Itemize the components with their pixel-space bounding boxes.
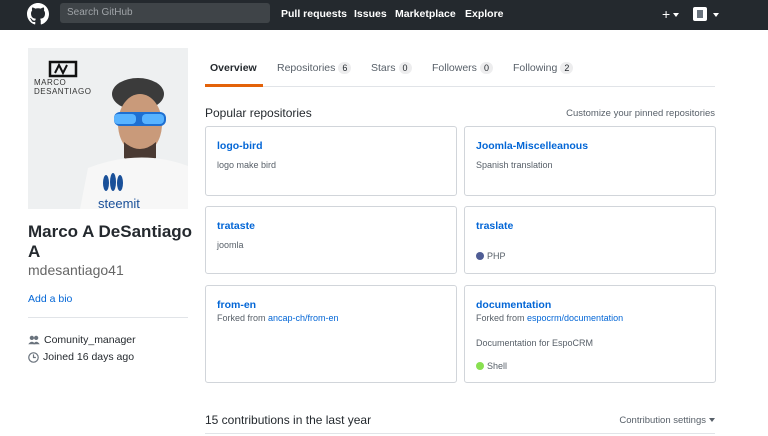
contributions-title: 15 contributions in the last year — [205, 413, 372, 427]
joined-text: Joined 16 days ago — [43, 351, 135, 363]
profile-organization: Comunity_manager — [28, 334, 136, 346]
repo-description: Spanish translation — [476, 160, 553, 170]
chevron-down-icon — [709, 418, 715, 423]
nav-explore[interactable]: Explore — [465, 8, 504, 20]
repo-card: Joomla-Miscelleanous Spanish translation — [464, 126, 716, 196]
tab-overview[interactable]: Overview — [210, 62, 257, 74]
profile-joined: Joined 16 days ago — [28, 351, 134, 363]
organization-text: Comunity_manager — [44, 334, 136, 346]
repo-card: traslate PHP — [464, 206, 716, 274]
contributions-divider — [205, 433, 715, 434]
clock-icon — [28, 351, 39, 363]
plus-icon: + — [662, 6, 671, 22]
people-icon — [28, 335, 40, 345]
github-logo-icon[interactable] — [27, 3, 49, 25]
repo-description: joomla — [217, 240, 244, 250]
tab-followers[interactable]: Followers 0 — [432, 62, 493, 74]
active-tab-indicator — [205, 84, 263, 87]
nav-marketplace[interactable]: Marketplace — [395, 8, 456, 20]
following-count: 2 — [560, 62, 574, 74]
chevron-down-icon — [713, 13, 719, 17]
repo-card: documentation Forked from espocrm/docume… — [464, 285, 716, 383]
photo-brand-text: steemit — [98, 196, 140, 209]
repo-card: logo-bird logo make bird — [205, 126, 457, 196]
profile-avatar[interactable]: MARCO DESANTIAGO steemit — [28, 48, 188, 209]
repo-link[interactable]: from-en — [217, 299, 256, 311]
contribution-settings-dropdown[interactable]: Contribution settings — [619, 415, 715, 426]
repo-link[interactable]: logo-bird — [217, 140, 263, 152]
repo-link[interactable]: trataste — [217, 220, 255, 232]
nav-issues[interactable]: Issues — [354, 8, 387, 20]
language-color-dot — [476, 252, 484, 260]
tab-stars[interactable]: Stars 0 — [371, 62, 412, 74]
profile-username: mdesantiago41 — [28, 262, 124, 278]
profile-divider — [28, 317, 188, 318]
repo-link[interactable]: Joomla-Miscelleanous — [476, 140, 588, 152]
chevron-down-icon — [673, 13, 680, 18]
forked-source-link[interactable]: espocrm/documentation — [527, 313, 623, 323]
repo-description: Documentation for EspoCRM — [476, 338, 594, 348]
language-color-dot — [476, 362, 484, 370]
repo-language: PHP — [476, 251, 506, 261]
forked-source-link[interactable]: ancap-ch/from-en — [268, 313, 339, 323]
user-avatar-menu[interactable] — [693, 7, 707, 21]
profile-fullname: Marco A DeSantiago A — [28, 222, 193, 261]
top-navbar: Search GitHub Pull requests Issues Marke… — [0, 0, 768, 30]
tab-following[interactable]: Following 2 — [513, 62, 574, 74]
repo-forked-from: Forked from espocrm/documentation — [476, 313, 624, 323]
repo-forked-from: Forked from ancap-ch/from-en — [217, 313, 339, 323]
followers-count: 0 — [479, 62, 493, 74]
nav-pull-requests[interactable]: Pull requests — [281, 8, 347, 20]
repo-link[interactable]: documentation — [476, 299, 551, 311]
search-input[interactable]: Search GitHub — [60, 3, 270, 23]
repo-link[interactable]: traslate — [476, 220, 513, 232]
add-bio-link[interactable]: Add a bio — [28, 293, 72, 305]
profile-photo-illustration — [28, 48, 188, 209]
repo-card: from-en Forked from ancap-ch/from-en — [205, 285, 457, 383]
customize-pins-link[interactable]: Customize your pinned repositories — [566, 108, 715, 119]
tab-repositories[interactable]: Repositories 6 — [277, 62, 352, 74]
repo-language: Shell — [476, 361, 507, 371]
popular-repositories-title: Popular repositories — [205, 106, 312, 120]
photo-watermark-text: MARCO DESANTIAGO — [34, 78, 92, 96]
repo-card: trataste joomla — [205, 206, 457, 274]
repositories-count: 6 — [338, 62, 352, 74]
stars-count: 0 — [398, 62, 412, 74]
new-menu-button[interactable]: + — [662, 6, 680, 22]
repo-description: logo make bird — [217, 160, 277, 170]
